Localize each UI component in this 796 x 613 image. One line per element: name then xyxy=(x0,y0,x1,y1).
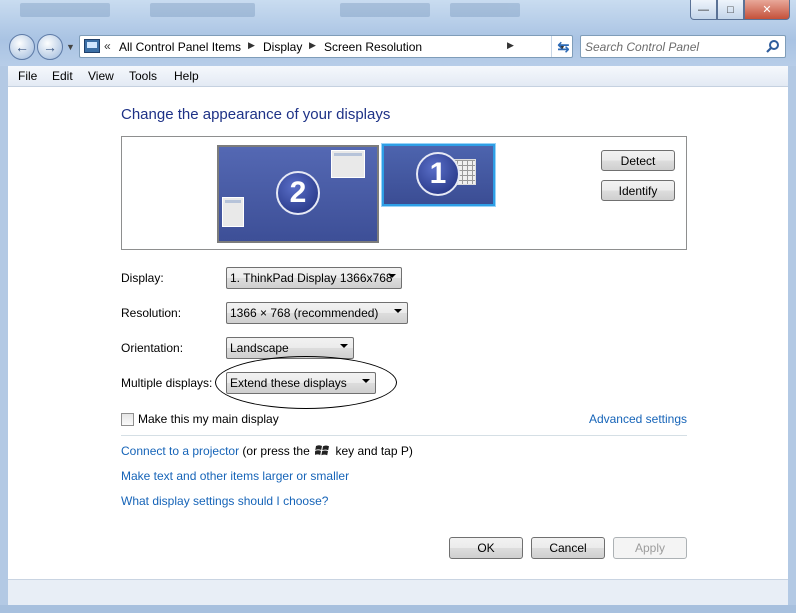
address-overflow-chevron[interactable]: « xyxy=(104,39,111,53)
dropdown-arrow-icon xyxy=(394,309,402,313)
menu-tools[interactable]: Tools xyxy=(129,69,157,83)
main-display-checkbox[interactable] xyxy=(121,413,134,426)
page-title: Change the appearance of your displays xyxy=(121,106,391,123)
multiple-displays-label: Multiple displays: xyxy=(121,376,213,390)
orientation-select-value: Landscape xyxy=(230,341,289,355)
forward-button[interactable]: → xyxy=(37,34,63,60)
monitor-1-preview[interactable]: 1 xyxy=(382,144,495,206)
search-input[interactable] xyxy=(583,38,763,55)
main-display-label[interactable]: Make this my main display xyxy=(138,412,279,426)
search-box[interactable] xyxy=(580,35,786,58)
resolution-label: Resolution: xyxy=(121,306,182,320)
minimize-button[interactable]: — xyxy=(690,0,717,20)
display-arrangement-preview: 2 1 Detect Identify xyxy=(121,136,687,250)
breadcrumb-separator-icon[interactable]: ▶ xyxy=(309,40,316,51)
projector-row: Connect to a projector (or press the key… xyxy=(121,444,413,458)
resolution-select-value: 1366 × 768 (recommended) xyxy=(230,306,379,320)
breadcrumb-display[interactable]: Display xyxy=(263,40,302,54)
dropdown-arrow-icon xyxy=(388,274,396,278)
display-label: Display: xyxy=(121,271,164,285)
dropdown-arrow-icon xyxy=(340,344,348,348)
divider xyxy=(121,435,687,436)
ok-button[interactable]: OK xyxy=(449,537,523,559)
window-border-bottom xyxy=(0,605,796,613)
menu-help[interactable]: Help xyxy=(174,69,199,83)
menu-view[interactable]: View xyxy=(88,69,114,83)
breadcrumb-screen-resolution[interactable]: Screen Resolution xyxy=(324,40,422,54)
back-arrow-icon: ← xyxy=(15,39,29,55)
close-button[interactable]: ✕ xyxy=(744,0,790,20)
breadcrumb-separator-icon[interactable]: ▶ xyxy=(248,40,255,51)
projector-hint-before: (or press the xyxy=(242,444,310,458)
maximize-button[interactable]: □ xyxy=(717,0,744,20)
display-select-value: 1. ThinkPad Display 1366x768 xyxy=(230,271,393,285)
window-title-bar: — □ ✕ ← → ▼ « All Control Panel Items ▶ … xyxy=(0,0,796,66)
menu-edit[interactable]: Edit xyxy=(52,69,73,83)
monitor-1-number: 1 xyxy=(416,152,460,196)
window-border-right xyxy=(788,66,796,605)
advanced-settings-link[interactable]: Advanced settings xyxy=(589,412,687,426)
status-bar xyxy=(8,579,788,605)
breadcrumb-all-control-panel-items[interactable]: All Control Panel Items xyxy=(119,40,241,54)
mini-window-icon xyxy=(331,150,365,178)
window-border-left xyxy=(0,66,8,605)
display-select[interactable]: 1. ThinkPad Display 1366x768 xyxy=(226,267,402,289)
menu-file[interactable]: File xyxy=(18,69,37,83)
connect-projector-link[interactable]: Connect to a projector xyxy=(121,444,239,458)
resolution-select[interactable]: 1366 × 768 (recommended) xyxy=(226,302,408,324)
identify-button[interactable]: Identify xyxy=(601,180,675,201)
search-icon[interactable] xyxy=(766,39,780,53)
highlight-ellipse-annotation xyxy=(215,356,397,409)
monitor-2-number: 2 xyxy=(276,171,320,215)
refresh-icon: ⇆ xyxy=(557,38,570,56)
content-area: Change the appearance of your displays 2… xyxy=(8,87,788,579)
control-panel-icon xyxy=(84,39,100,53)
window-caption-buttons: — □ ✕ xyxy=(690,0,790,20)
menu-bar: File Edit View Tools Help xyxy=(8,66,788,87)
refresh-button[interactable]: ⇆ xyxy=(552,35,575,58)
address-bar[interactable]: « All Control Panel Items ▶ Display ▶ Sc… xyxy=(79,35,573,58)
orientation-label: Orientation: xyxy=(121,341,184,355)
back-button[interactable]: ← xyxy=(9,34,35,60)
windows-key-icon xyxy=(315,445,330,456)
recent-pages-dropdown[interactable]: ▼ xyxy=(66,42,75,52)
detect-button[interactable]: Detect xyxy=(601,150,675,171)
monitor-2-preview[interactable]: 2 xyxy=(217,145,379,243)
forward-arrow-icon: → xyxy=(43,39,57,55)
cancel-button[interactable]: Cancel xyxy=(531,537,605,559)
text-size-link[interactable]: Make text and other items larger or smal… xyxy=(121,469,349,483)
background-taskbar-ghost xyxy=(0,0,796,22)
projector-hint-after: key and tap P) xyxy=(335,444,413,458)
mini-window-icon xyxy=(222,197,244,227)
breadcrumb-separator-icon[interactable]: ▶ xyxy=(507,40,514,51)
display-settings-help-link[interactable]: What display settings should I choose? xyxy=(121,494,328,508)
apply-button[interactable]: Apply xyxy=(613,537,687,559)
